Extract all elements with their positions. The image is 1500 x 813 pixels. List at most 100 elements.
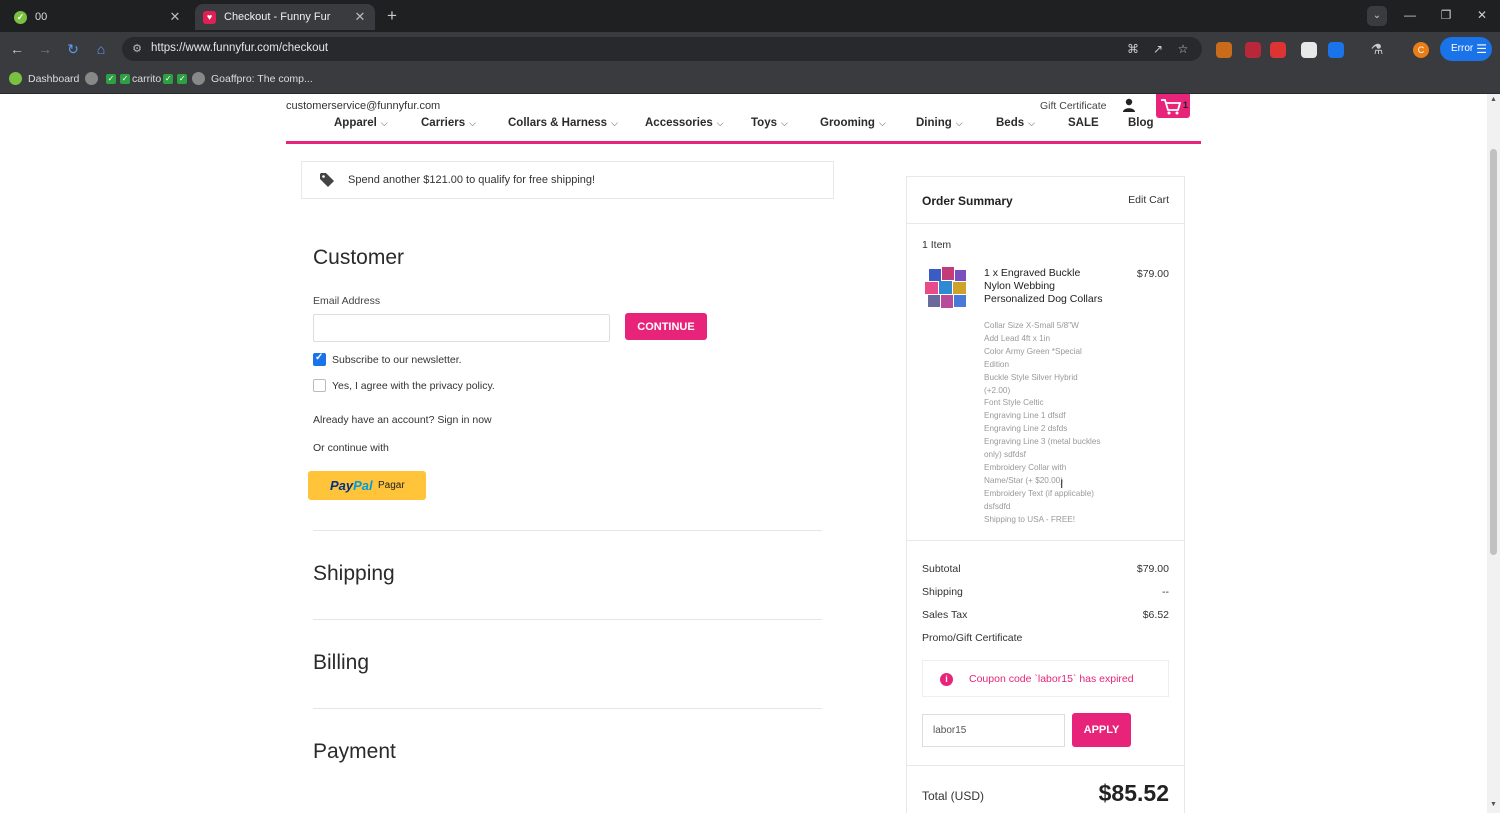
- sign-in-link[interactable]: Already have an account? Sign in now: [313, 414, 492, 426]
- summary-divider: [907, 540, 1184, 541]
- labs-flask-icon[interactable]: ⚗: [1368, 40, 1386, 58]
- translate-icon[interactable]: ⌘: [1125, 42, 1141, 56]
- section-divider: [313, 619, 822, 620]
- nav-beds[interactable]: Beds ⌵: [996, 117, 1035, 129]
- reload-icon[interactable]: ↻: [64, 40, 82, 58]
- menu-icon: ☰: [1476, 42, 1487, 56]
- bookmark-dashboard[interactable]: Dashboard: [9, 72, 79, 85]
- tab-title: Checkout - Funny Fur: [224, 11, 331, 23]
- privacy-checkbox-row[interactable]: Yes, I agree with the privacy policy.: [313, 379, 495, 392]
- customer-heading: Customer: [313, 246, 405, 269]
- nav-label: Collars & Harness: [508, 117, 608, 129]
- option-line: Shipping to USA - FREE!: [984, 514, 1076, 524]
- error-update-button[interactable]: Error ☰: [1440, 37, 1492, 61]
- shipping-row: Shipping --: [922, 586, 1169, 598]
- check-circle-icon: ✓: [14, 10, 27, 24]
- payment-heading[interactable]: Payment: [313, 740, 396, 764]
- nav-carriers[interactable]: Carriers ⌵: [421, 117, 476, 129]
- option-line: Add Lead 4ft x 1in: [984, 333, 1051, 343]
- option-line: Embroidery Text (if applicable) dsfsdfd: [984, 488, 1094, 511]
- option-line: Collar Size X-Small 5/8"W: [984, 321, 1079, 330]
- forward-arrow-icon[interactable]: →: [36, 40, 54, 58]
- extension-4-icon[interactable]: [1301, 42, 1317, 58]
- promo-row: Promo/Gift Certificate: [922, 632, 1169, 644]
- email-field[interactable]: [313, 314, 610, 342]
- browser-tab-checkout[interactable]: ♥ Checkout - Funny Fur ✕: [195, 4, 375, 30]
- chevron-down-icon: ⌵: [955, 118, 963, 128]
- tab-title: 00: [35, 11, 48, 23]
- continue-button[interactable]: CONTINUE: [625, 313, 707, 340]
- check-mark-icon: ✓: [163, 73, 174, 84]
- scroll-down-arrow-icon[interactable]: ▼: [1489, 801, 1498, 808]
- restore-icon[interactable]: ❐: [1436, 8, 1456, 22]
- site-info-icon[interactable]: ⚙: [130, 42, 144, 56]
- gift-certificate-link[interactable]: Gift Certificate: [1040, 100, 1107, 112]
- url-text[interactable]: https://www.funnyfur.com/checkout: [151, 42, 328, 54]
- nav-toys[interactable]: Toys ⌵: [751, 117, 788, 129]
- share-icon[interactable]: ↗: [1150, 42, 1166, 56]
- back-arrow-icon[interactable]: ←: [8, 40, 26, 58]
- extensions-puzzle-icon[interactable]: [1328, 42, 1344, 58]
- price-tag-icon: [320, 173, 334, 187]
- user-account-icon[interactable]: [1122, 98, 1136, 112]
- option-line: Buckle Style Silver Hybrid (+2.00): [984, 372, 1078, 395]
- newsletter-checkbox[interactable]: [313, 352, 326, 366]
- privacy-label: Yes, I agree with the privacy policy.: [332, 379, 495, 392]
- page-content: customerservice@funnyfur.com Gift Certif…: [0, 94, 1487, 813]
- coupon-code-input[interactable]: [922, 714, 1065, 747]
- option-line: Engraving Line 2 dsfds: [984, 424, 1068, 434]
- bookmark-carrito[interactable]: ✓ ✓ carrito ✓ ✓: [85, 72, 189, 85]
- privacy-checkbox[interactable]: [313, 379, 326, 392]
- nav-sale[interactable]: SALE: [1068, 117, 1099, 129]
- minimize-icon[interactable]: —: [1400, 8, 1420, 22]
- scrollbar-thumb[interactable]: [1490, 149, 1497, 555]
- page-scrollbar[interactable]: ▲ ▼: [1487, 94, 1500, 813]
- chevron-down-icon: ⌵: [878, 118, 886, 128]
- scroll-up-arrow-icon[interactable]: ▲: [1489, 96, 1498, 103]
- order-summary: Order Summary Edit Cart 1 Item 1 x Engra…: [906, 176, 1185, 813]
- product-thumbnail[interactable]: [923, 266, 969, 310]
- paypal-logo: PayPal: [330, 478, 373, 493]
- nav-grooming[interactable]: Grooming ⌵: [820, 117, 886, 129]
- close-icon[interactable]: ✕: [353, 9, 367, 25]
- shipping-heading[interactable]: Shipping: [313, 562, 395, 586]
- item-count: 1 Item: [922, 239, 952, 251]
- browser-tab-00[interactable]: ✓ 00 ✕: [6, 4, 190, 30]
- paypal-button[interactable]: PayPal Pagar: [308, 471, 426, 500]
- nav-collars-harness[interactable]: Collars & Harness ⌵: [508, 117, 618, 129]
- close-icon[interactable]: ✕: [168, 9, 182, 25]
- paypal-logo-pal: Pal: [353, 478, 373, 493]
- promo-label: Promo/Gift Certificate: [922, 632, 1023, 644]
- profile-avatar[interactable]: C: [1413, 42, 1429, 58]
- nav-apparel[interactable]: Apparel ⌵: [334, 117, 388, 129]
- browser-tabstrip: ✓ 00 ✕ ♥ Checkout - Funny Fur ✕ + ⌄ — ❐ …: [0, 0, 1500, 32]
- window-close-icon[interactable]: ✕: [1472, 8, 1492, 22]
- shipping-value: --: [1162, 586, 1169, 598]
- bookmark-label: carrito: [132, 72, 162, 85]
- browser-toolbar: ← → ↻ ⌂ ⚙ https://www.funnyfur.com/check…: [0, 32, 1500, 66]
- nav-label: Beds: [996, 117, 1025, 129]
- tab-search-chevron-icon[interactable]: ⌄: [1367, 6, 1387, 26]
- chevron-down-icon: ⌵: [1028, 118, 1035, 128]
- nav-blog[interactable]: Blog: [1128, 117, 1154, 129]
- apply-coupon-button[interactable]: APPLY: [1072, 713, 1131, 747]
- product-name: 1 x Engraved Buckle Nylon Webbing Person…: [984, 267, 1103, 305]
- new-tab-plus-icon[interactable]: +: [383, 6, 401, 26]
- bookmark-goaffpro[interactable]: Goaffpro: The comp...: [192, 72, 313, 85]
- chevron-down-icon: ⌵: [469, 118, 476, 128]
- newsletter-checkbox-row[interactable]: Subscribe to our newsletter.: [313, 352, 462, 366]
- section-divider: [313, 530, 822, 531]
- nav-accessories[interactable]: Accessories ⌵: [645, 117, 724, 129]
- nav-dining[interactable]: Dining ⌵: [916, 117, 963, 129]
- home-icon[interactable]: ⌂: [92, 40, 110, 58]
- customer-service-email[interactable]: customerservice@funnyfur.com: [286, 100, 440, 112]
- extension-1-icon[interactable]: [1216, 42, 1232, 58]
- address-bar[interactable]: ⚙ https://www.funnyfur.com/checkout ⌘ ↗ …: [122, 37, 1202, 61]
- coupon-error-text: Coupon code `labor15` has expired: [969, 673, 1134, 685]
- edit-cart-link[interactable]: Edit Cart: [1128, 194, 1169, 206]
- option-line: Embroidery Collar with Name/Star (+ $20.…: [984, 462, 1067, 485]
- extension-2-icon[interactable]: [1245, 42, 1261, 58]
- bookmark-star-icon[interactable]: ☆: [1175, 42, 1191, 56]
- extension-off-icon[interactable]: [1270, 42, 1286, 58]
- billing-heading[interactable]: Billing: [313, 651, 369, 675]
